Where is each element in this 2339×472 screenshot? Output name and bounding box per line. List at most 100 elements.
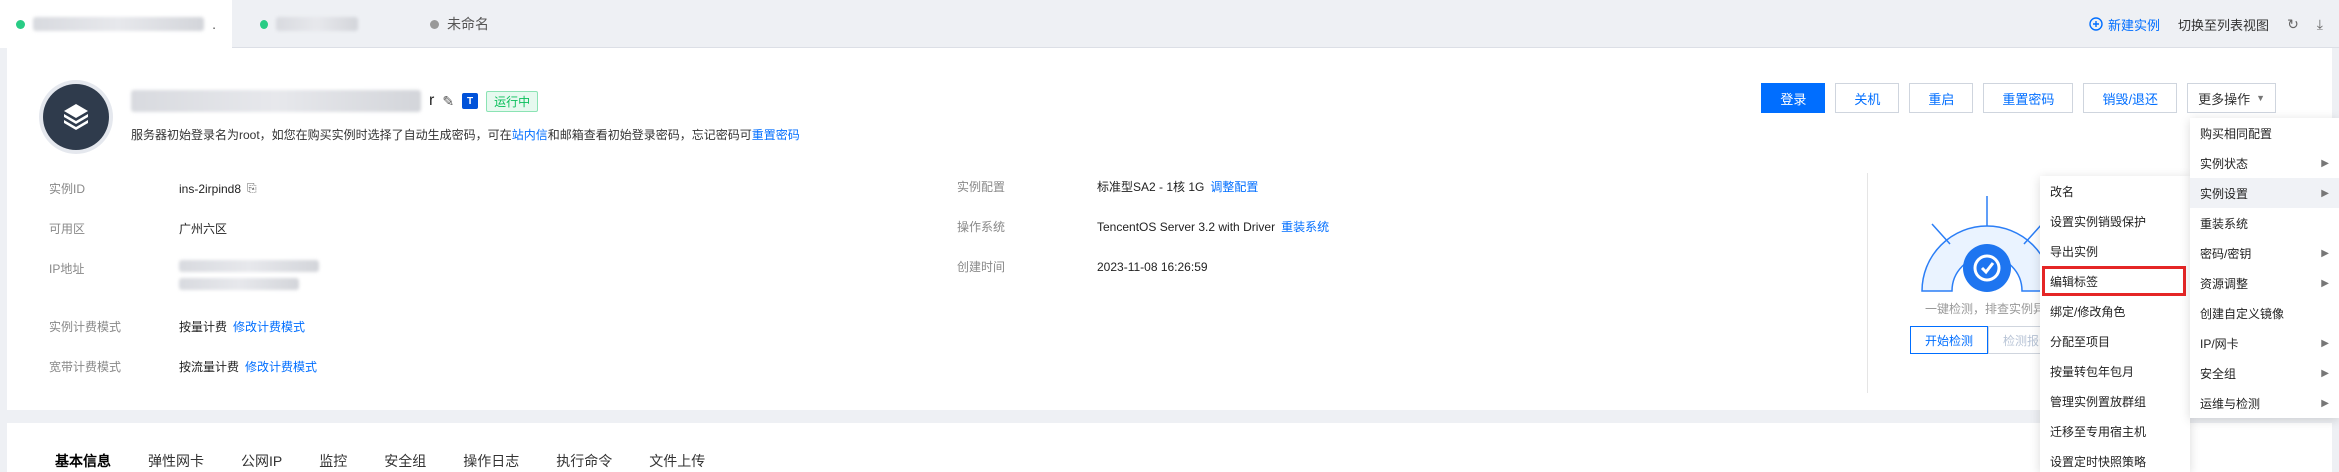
reset-password-link[interactable]: 重置密码 <box>752 128 800 142</box>
chevron-right-icon: ▶ <box>2321 157 2329 169</box>
menu-item-rename[interactable]: 改名 <box>2040 176 2190 206</box>
redacted-instance-name <box>131 90 421 112</box>
menu-item-label: 实例状态 <box>2200 156 2249 171</box>
start-check-button[interactable]: 开始检测 <box>1910 326 1989 354</box>
menu-item-label: 迁移至专用宿主机 <box>2050 424 2147 439</box>
menu-item-snapshot-policy[interactable]: 设置定时快照策略 <box>2040 446 2190 472</box>
chevron-right-icon: ▶ <box>2321 397 2329 409</box>
instance-settings-submenu: 改名 设置实例销毁保护 导出实例 编辑标签 绑定/修改角色 分配至项目 按量转包… <box>2040 176 2190 472</box>
switch-view-link[interactable]: 切换至列表视图 <box>2178 15 2269 34</box>
edit-icon[interactable]: ✎ <box>442 93 454 110</box>
window-tab-bar: . 未命名 新建实例 切换至列表视图 ↻ ⤓ <box>0 0 2339 48</box>
info-config: 实例配置 标准型SA2 - 1核 1G 调整配置 <box>957 178 1258 195</box>
restart-button[interactable]: 重启 <box>1909 83 1974 113</box>
redacted-tab-title <box>32 17 205 31</box>
menu-item-instance-state[interactable]: 实例状态 ▶ <box>2190 148 2339 178</box>
shutdown-button[interactable]: 关机 <box>1835 83 1900 113</box>
menu-item-label: 管理实例置放群组 <box>2050 394 2147 409</box>
hint-text: 服务器初始登录名为root，如您在购买实例时选择了自动生成密码，可在 <box>131 128 512 142</box>
menu-item-instance-settings[interactable]: 实例设置 ▶ <box>2190 178 2339 208</box>
detail-tabs: 基本信息 弹性网卡 公网IP 监控 安全组 操作日志 执行命令 文件上传 <box>55 451 705 471</box>
action-bar: 登录 关机 重启 重置密码 销毁/退还 更多操作 ▼ <box>1761 83 2276 113</box>
running-dot-icon <box>260 19 268 29</box>
menu-item-destroy-protection[interactable]: 设置实例销毁保护 <box>2040 206 2190 236</box>
tab-eni[interactable]: 弹性网卡 <box>148 451 204 471</box>
plus-circle-icon <box>2089 17 2103 31</box>
info-label: 创建时间 <box>957 260 1006 274</box>
instance-detail-panel: r ✎ T 运行中 服务器初始登录名为root，如您在购买实例时选择了自动生成密… <box>7 48 2332 410</box>
menu-item-label: 重装系统 <box>2200 216 2249 231</box>
menu-item-convert-billing[interactable]: 按量转包年包月 <box>2040 356 2190 386</box>
instance-tab-2[interactable] <box>244 0 374 48</box>
created-value: 2023-11-08 16:26:59 <box>1097 259 1208 274</box>
tab-operation-log[interactable]: 操作日志 <box>463 451 519 471</box>
menu-item-edit-tags[interactable]: 编辑标签 <box>2042 266 2186 296</box>
terminate-button[interactable]: 销毁/退还 <box>2083 83 2178 113</box>
info-bandwidth: 宽带计费模式 按流量计费 修改计费模式 <box>49 358 317 375</box>
menu-item-bind-role[interactable]: 绑定/修改角色 <box>2040 296 2190 326</box>
info-label: 可用区 <box>49 222 86 236</box>
adjust-config-link[interactable]: 调整配置 <box>1210 178 1258 195</box>
tab-run-command[interactable]: 执行命令 <box>556 451 612 471</box>
menu-item-ip-nic[interactable]: IP/网卡 ▶ <box>2190 328 2339 358</box>
reset-password-button[interactable]: 重置密码 <box>1983 83 2074 113</box>
menu-item-label: 改名 <box>2050 184 2075 199</box>
tab-security-group[interactable]: 安全组 <box>384 451 426 471</box>
menu-item-label: 安全组 <box>2200 366 2237 381</box>
menu-item-security-group[interactable]: 安全组 ▶ <box>2190 358 2339 388</box>
info-label: 实例ID <box>49 182 86 196</box>
chevron-right-icon: ▶ <box>2321 247 2329 259</box>
info-instance-id: 实例ID ins-2irpind8 ⎘ <box>49 180 257 197</box>
instance-tab-3[interactable]: 未命名 <box>414 0 505 48</box>
menu-item-label: 运维与检测 <box>2200 396 2261 411</box>
info-label: 宽带计费模式 <box>49 360 122 374</box>
info-label: 操作系统 <box>957 220 1006 234</box>
menu-item-placement-group[interactable]: 管理实例置放群组 <box>2040 386 2190 416</box>
instance-id-value: ins-2irpind8 <box>179 181 242 196</box>
menu-item-label: 导出实例 <box>2050 244 2099 259</box>
os-value: TencentOS Server 3.2 with Driver <box>1097 219 1276 234</box>
hint-text: 和邮箱查看初始登录密码，忘记密码可 <box>547 128 752 142</box>
menu-item-resource-adjust[interactable]: 资源调整 ▶ <box>2190 268 2339 298</box>
tab-monitor[interactable]: 监控 <box>319 451 347 471</box>
menu-item-assign-project[interactable]: 分配至项目 <box>2040 326 2190 356</box>
tab-basic-info[interactable]: 基本信息 <box>55 451 111 471</box>
redacted-tab-title <box>275 17 358 31</box>
instance-tab-1[interactable]: . <box>0 0 232 48</box>
menu-item-label: IP/网卡 <box>2200 336 2239 351</box>
chevron-right-icon: ▶ <box>2321 337 2329 349</box>
menu-item-label: 绑定/修改角色 <box>2050 304 2126 319</box>
menu-item-label: 购买相同配置 <box>2200 126 2273 141</box>
cube-icon <box>64 104 88 130</box>
info-os: 操作系统 TencentOS Server 3.2 with Driver 重装… <box>957 218 1329 235</box>
modify-bandwidth-billing-link[interactable]: 修改计费模式 <box>245 358 317 375</box>
menu-item-label: 设置定时快照策略 <box>2050 454 2147 469</box>
menu-item-buy-same[interactable]: 购买相同配置 <box>2190 118 2339 148</box>
instance-title: r ✎ T 运行中 <box>131 90 539 112</box>
new-instance-label: 新建实例 <box>2108 17 2161 33</box>
status-badge: 运行中 <box>486 90 539 112</box>
info-created: 创建时间 2023-11-08 16:26:59 <box>957 258 1208 275</box>
reinstall-os-link[interactable]: 重装系统 <box>1281 218 1329 235</box>
copy-icon[interactable]: ⎘ <box>247 181 257 196</box>
menu-item-password-key[interactable]: 密码/密钥 ▶ <box>2190 238 2339 268</box>
new-instance-link[interactable]: 新建实例 <box>2089 15 2160 34</box>
more-actions-button[interactable]: 更多操作 ▼ <box>2187 83 2276 113</box>
detail-tabs-panel: 基本信息 弹性网卡 公网IP 监控 安全组 操作日志 执行命令 文件上传 <box>7 423 2332 472</box>
menu-item-migrate-host[interactable]: 迁移至专用宿主机 <box>2040 416 2190 446</box>
menu-item-create-image[interactable]: 创建自定义镜像 <box>2190 298 2339 328</box>
login-button[interactable]: 登录 <box>1761 83 1826 113</box>
inbox-link[interactable]: 站内信 <box>512 128 548 142</box>
refresh-icon[interactable]: ↻ <box>2287 16 2299 33</box>
menu-item-ops-check[interactable]: 运维与检测 ▶ <box>2190 388 2339 418</box>
bandwidth-value: 按流量计费 <box>179 360 240 374</box>
chevron-right-icon: ▶ <box>2321 277 2329 289</box>
modify-billing-link[interactable]: 修改计费模式 <box>233 318 305 335</box>
tab-file-upload[interactable]: 文件上传 <box>649 451 705 471</box>
menu-item-export[interactable]: 导出实例 <box>2040 236 2190 266</box>
redacted-ip <box>179 278 299 290</box>
download-icon[interactable]: ⤓ <box>2317 16 2323 33</box>
chevron-right-icon: ▶ <box>2321 367 2329 379</box>
tab-public-ip[interactable]: 公网IP <box>241 451 282 471</box>
menu-item-reinstall[interactable]: 重装系统 <box>2190 208 2339 238</box>
